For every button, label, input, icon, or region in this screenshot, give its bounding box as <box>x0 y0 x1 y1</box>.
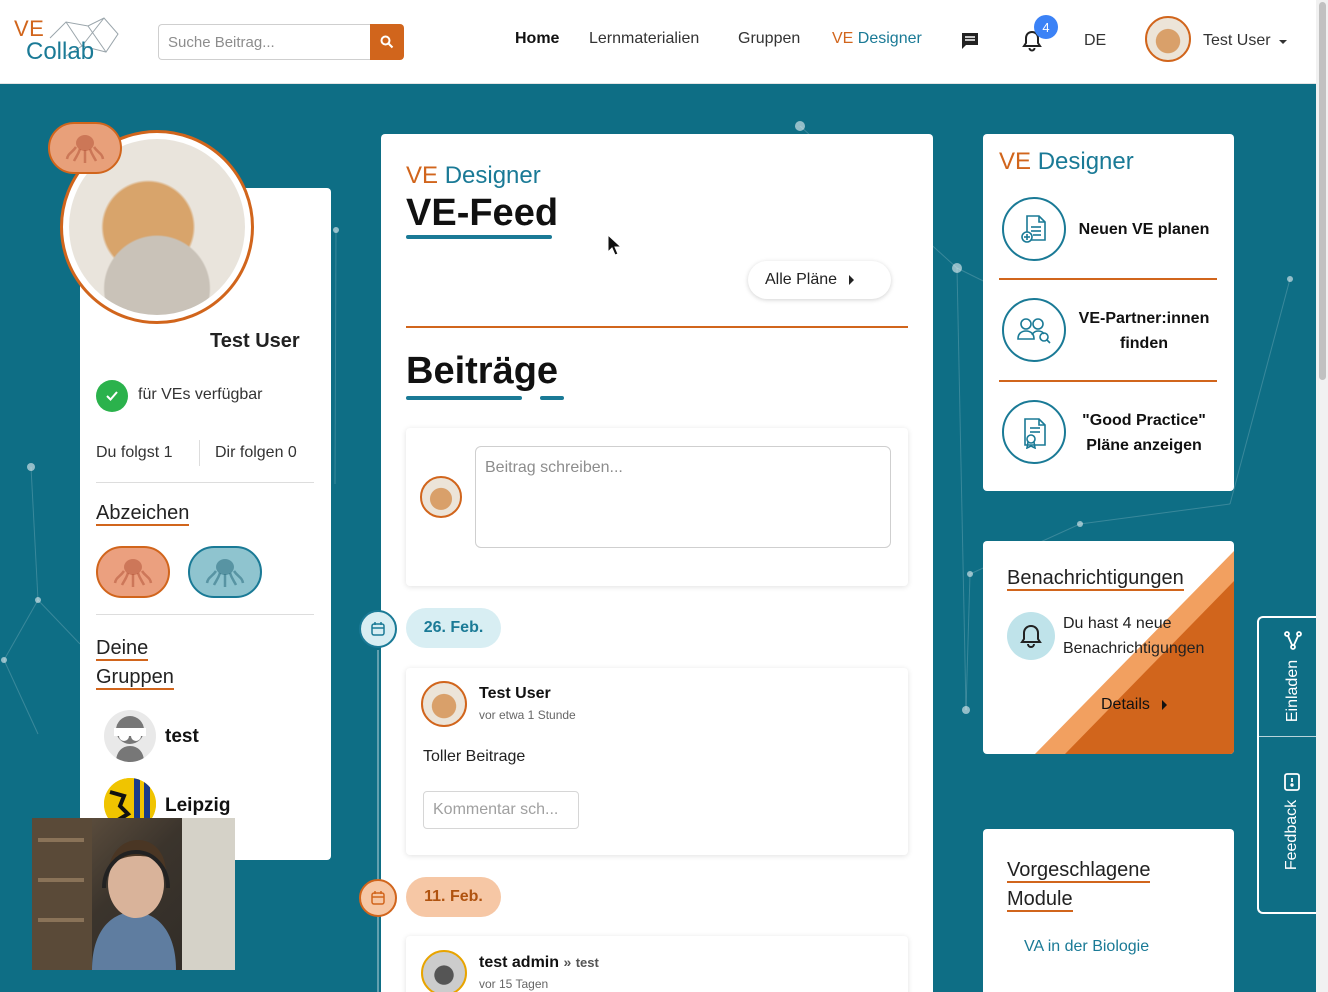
post-author-avatar[interactable] <box>421 950 467 992</box>
group-name[interactable]: test <box>165 726 199 748</box>
composer-avatar <box>420 476 462 518</box>
posts-title-underline <box>406 396 522 400</box>
good-practice-link[interactable]: "Good Practice" Pläne anzeigen <box>1072 408 1216 458</box>
page-scrollbar[interactable] <box>1316 0 1328 992</box>
certificate-icon[interactable] <box>1002 400 1066 464</box>
post-author[interactable]: test admin <box>479 954 559 971</box>
octopus-badge-icon <box>48 122 122 174</box>
nav-ve-designer[interactable]: VE Designer <box>832 30 922 48</box>
user-avatar[interactable] <box>1145 16 1191 62</box>
caret-right-icon <box>1161 700 1167 710</box>
nav-lernmaterialien[interactable]: Lernmaterialien <box>589 30 699 48</box>
ve-designer-card-title: VE Designer <box>999 148 1134 175</box>
feed-section-label: VE Designer <box>406 162 541 189</box>
following-count[interactable]: Du folgst 1 <box>96 444 172 462</box>
post-author-avatar[interactable] <box>421 681 467 727</box>
mouse-cursor-icon <box>607 234 623 256</box>
profile-name: Test User <box>210 330 300 352</box>
messages-button[interactable] <box>957 28 983 54</box>
search-input[interactable] <box>158 24 370 60</box>
post-author-line: test admin » test <box>479 954 599 972</box>
notifications-summary: Du hast 4 neue Benachrichtigungen <box>1063 615 1205 657</box>
post-body: Toller Beitrage <box>423 748 526 765</box>
feed-title-underline <box>406 235 552 239</box>
user-menu-name[interactable]: Test User <box>1203 32 1271 50</box>
posts-title-underline-accent <box>540 396 564 400</box>
notifications-details-button[interactable]: Details <box>1101 696 1167 714</box>
divider <box>96 614 314 615</box>
date-pill: 26. Feb. <box>406 608 501 648</box>
suggested-modules-title: Vorgeschlagene Module <box>1007 859 1151 912</box>
module-link[interactable]: VA in der Biologie <box>1024 938 1149 956</box>
calendar-icon <box>359 610 397 648</box>
post-time: vor etwa 1 Stunde <box>479 708 576 722</box>
find-partners-link[interactable]: VE-Partner:innen finden <box>1072 306 1216 356</box>
nav-home[interactable]: Home <box>515 30 559 48</box>
comment-input[interactable] <box>423 791 579 829</box>
partner-search-icon[interactable] <box>1002 298 1066 362</box>
badge-octopus-teal-icon[interactable] <box>188 546 262 598</box>
search-bar <box>158 24 404 60</box>
post-group[interactable]: test <box>576 955 599 970</box>
notifications-title: Benachrichtigungen <box>1007 567 1184 591</box>
timeline-line <box>377 650 379 992</box>
badges-heading: Abzeichen <box>96 502 190 526</box>
ve-collab-logo[interactable]: VE Collab <box>12 14 122 70</box>
divider <box>999 278 1217 280</box>
divider <box>999 380 1217 382</box>
nav-ve-designer-prefix: VE <box>832 30 854 47</box>
post-time: vor 15 Tagen <box>479 977 549 991</box>
logo-collab-text: Collab <box>26 38 95 65</box>
section-divider <box>406 326 908 328</box>
divider <box>96 482 314 483</box>
post-author[interactable]: Test User <box>479 685 551 703</box>
followers-count[interactable]: Dir folgen 0 <box>215 444 297 462</box>
groups-heading: Deine Gruppen <box>96 637 174 690</box>
user-menu-caret-icon[interactable] <box>1279 40 1287 44</box>
caret-right-icon <box>849 275 855 285</box>
feedback-tab-label[interactable]: Feedback <box>1283 791 1301 879</box>
search-button[interactable] <box>370 24 404 60</box>
date-pill: 11. Feb. <box>406 877 501 917</box>
posts-title: Beiträge <box>406 350 559 392</box>
calendar-icon <box>359 879 397 917</box>
new-post-textarea[interactable] <box>475 446 891 548</box>
top-navbar: VE Collab Home Lernmaterialien Gruppen V… <box>0 0 1316 84</box>
search-icon <box>380 35 394 49</box>
details-label: Details <box>1101 696 1150 713</box>
nav-ve-designer-suffix: Designer <box>857 30 922 47</box>
invite-tab-label[interactable]: Einladen <box>1284 651 1302 731</box>
all-plans-label: Alle Pläne <box>765 271 838 288</box>
badge-octopus-orange-icon[interactable] <box>96 546 170 598</box>
feed-title: VE-Feed <box>406 192 559 234</box>
group-test-icon[interactable] <box>104 710 156 762</box>
all-plans-button[interactable]: Alle Pläne <box>748 261 891 299</box>
chat-icon <box>962 33 978 49</box>
notification-count-badge: 4 <box>1034 15 1058 39</box>
bell-icon <box>1007 612 1055 660</box>
webcam-video-overlay <box>32 818 235 970</box>
language-switcher[interactable]: DE <box>1084 32 1106 50</box>
document-plus-icon[interactable] <box>1002 197 1066 261</box>
group-arrow: » <box>563 954 572 970</box>
follow-divider <box>199 440 200 466</box>
group-name[interactable]: Leipzig <box>165 795 230 817</box>
plan-new-ve-link[interactable]: Neuen VE planen <box>1072 217 1216 242</box>
available-check-icon <box>96 380 128 412</box>
availability-text: für VEs verfügbar <box>138 386 263 403</box>
scrollbar-thumb[interactable] <box>1319 2 1326 380</box>
divider <box>1259 736 1317 737</box>
nav-gruppen[interactable]: Gruppen <box>738 30 800 48</box>
